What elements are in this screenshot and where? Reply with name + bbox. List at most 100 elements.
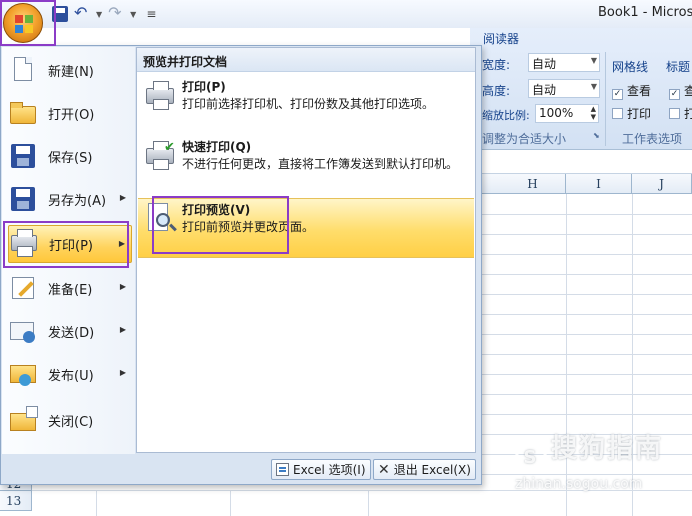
menu-item-label: 另存为(A) [48, 193, 107, 209]
submenu-item-desc: 打印前选择打印机、打印份数及其他打印选项。 [182, 97, 435, 111]
submenu-arrow-icon: ▶ [119, 193, 126, 202]
gridline [470, 254, 692, 255]
chevron-down-icon: ▼ [590, 56, 597, 65]
width-label: 宽度: [482, 58, 511, 72]
menu-item-send[interactable]: 发送(D) ▶ [8, 312, 132, 350]
height-select[interactable]: 自动 ▼ [528, 79, 600, 98]
undo-dropdown-arrow[interactable]: ▼ [96, 10, 102, 19]
checkbox-empty-icon [612, 108, 623, 119]
group-fit-title: 调整为合适大小 [482, 132, 567, 146]
gridline [368, 490, 369, 516]
menu-item-label: 发布(U) [48, 368, 94, 384]
quick-access-toolbar: ▼ ▼ ≡ [52, 3, 156, 24]
gridline [470, 394, 692, 395]
tab-reader-label: 阅读器 [483, 32, 520, 46]
gridlines-print-label: 打印 [627, 107, 652, 121]
column-header-i[interactable]: I [566, 174, 632, 194]
headings-print-checkbox[interactable]: 打 [669, 105, 692, 122]
headings-view-checkbox[interactable]: ✓ 查 [669, 82, 692, 100]
options-icon [276, 463, 289, 476]
window-title: Book1 - Micros [598, 5, 692, 20]
undo-icon[interactable] [74, 3, 90, 22]
group-sheet-options-title: 工作表选项 [622, 132, 683, 146]
excel-options-button[interactable]: Excel 选项(I) [271, 459, 371, 480]
close-folder-icon [8, 405, 38, 435]
menu-item-new[interactable]: 新建(N) [8, 51, 132, 89]
gridlines-print-checkbox[interactable]: 打印 [612, 105, 651, 122]
gridline [470, 314, 692, 315]
gridline [470, 294, 692, 295]
watermark: S 搜狗指南 zhinan.sogou.com [515, 428, 663, 492]
highlight-box-office-button [0, 0, 56, 46]
menu-item-label: 新建(N) [48, 64, 94, 80]
new-document-icon [8, 55, 38, 85]
scale-label: 缩放比例: [482, 109, 530, 122]
column-header-j[interactable]: J [632, 174, 692, 194]
highlight-box-print-item [3, 221, 129, 268]
gridline [470, 334, 692, 335]
submenu-item-print[interactable]: 打印(P) 打印前选择打印机、打印份数及其他打印选项。 [138, 76, 474, 126]
scale-spinner[interactable]: 100% ▲ ▼ [535, 104, 599, 123]
save-as-icon [8, 184, 38, 214]
gridlines-view-checkbox[interactable]: ✓ 查看 [612, 82, 651, 100]
save-disk-icon [8, 141, 38, 171]
submenu-item-title: 快速打印(Q) [182, 140, 252, 154]
menu-item-label: 关闭(C) [48, 414, 94, 430]
menu-item-open[interactable]: 打开(O) [8, 94, 132, 132]
menu-item-save[interactable]: 保存(S) [8, 137, 132, 175]
watermark-text: 搜狗指南 [551, 434, 664, 464]
menu-item-label: 发送(D) [48, 325, 95, 341]
scale-value: 100% [539, 106, 574, 120]
column-label: I [596, 177, 601, 191]
submenu-item-quick-print[interactable]: ✔ 快速打印(Q) 不进行任何更改，直接将工作簿发送到默认打印机。 [138, 136, 474, 196]
headings-view-label: 查 [684, 84, 692, 98]
height-value: 自动 [532, 83, 557, 97]
open-folder-icon [8, 98, 38, 128]
column-label: H [527, 177, 538, 191]
column-header-h[interactable]: H [470, 174, 566, 194]
redo-dropdown-arrow[interactable]: ▼ [130, 10, 136, 19]
redo-icon[interactable] [108, 3, 124, 22]
gridlines-view-label: 查看 [627, 84, 652, 98]
customize-qat-icon[interactable]: ≡ [146, 7, 156, 21]
prepare-icon [8, 273, 38, 303]
checkbox-checked-icon: ✓ [669, 89, 680, 100]
submenu-item-title: 打印(P) [182, 80, 226, 94]
headings-label: 标题 [666, 60, 691, 74]
checkbox-empty-icon [669, 108, 680, 119]
gridline [470, 414, 692, 415]
quick-print-icon: ✔ [144, 140, 176, 172]
gridline [230, 490, 231, 516]
menu-item-prepare[interactable]: 准备(E) ▶ [8, 269, 132, 307]
gridline [470, 374, 692, 375]
width-select[interactable]: 自动 ▼ [528, 53, 600, 72]
excel-options-label: Excel 选项(I) [293, 463, 366, 477]
gridline [96, 490, 97, 516]
menu-item-save-as[interactable]: 另存为(A) ▶ [8, 180, 132, 218]
printer-icon [144, 80, 176, 112]
menu-item-close[interactable]: 关闭(C) [8, 401, 132, 439]
submenu-arrow-icon: ▶ [119, 368, 126, 377]
width-value: 自动 [532, 57, 557, 71]
watermark-url: zhinan.sogou.com [515, 476, 643, 492]
dialog-launcher-icon[interactable]: ⬊ [593, 131, 600, 140]
gridline [470, 354, 692, 355]
publish-icon [8, 359, 38, 389]
formula-bar[interactable] [470, 152, 692, 174]
menu-item-label: 准备(E) [48, 282, 93, 298]
send-icon [8, 316, 38, 346]
watermark-main: S 搜狗指南 [515, 428, 663, 474]
submenu-arrow-icon: ▶ [119, 282, 126, 291]
gridline [470, 234, 692, 235]
spinner-arrows-icon[interactable]: ▲ ▼ [591, 105, 596, 121]
submenu-item-desc: 不进行任何更改，直接将工作簿发送到默认打印机。 [182, 157, 459, 171]
tab-reader[interactable]: 新阅读器 [483, 30, 519, 47]
group-separator [605, 52, 606, 146]
office-menu-footer: Excel 选项(I) ✕ 退出 Excel(X) [1, 454, 481, 484]
height-label: 高度: [482, 84, 511, 98]
row-header-13[interactable]: 13 [0, 491, 32, 511]
watermark-logo: S [515, 442, 547, 474]
chevron-down-icon: ▼ [590, 82, 597, 91]
menu-item-publish[interactable]: 发布(U) ▶ [8, 355, 132, 393]
exit-excel-button[interactable]: ✕ 退出 Excel(X) [373, 459, 476, 480]
